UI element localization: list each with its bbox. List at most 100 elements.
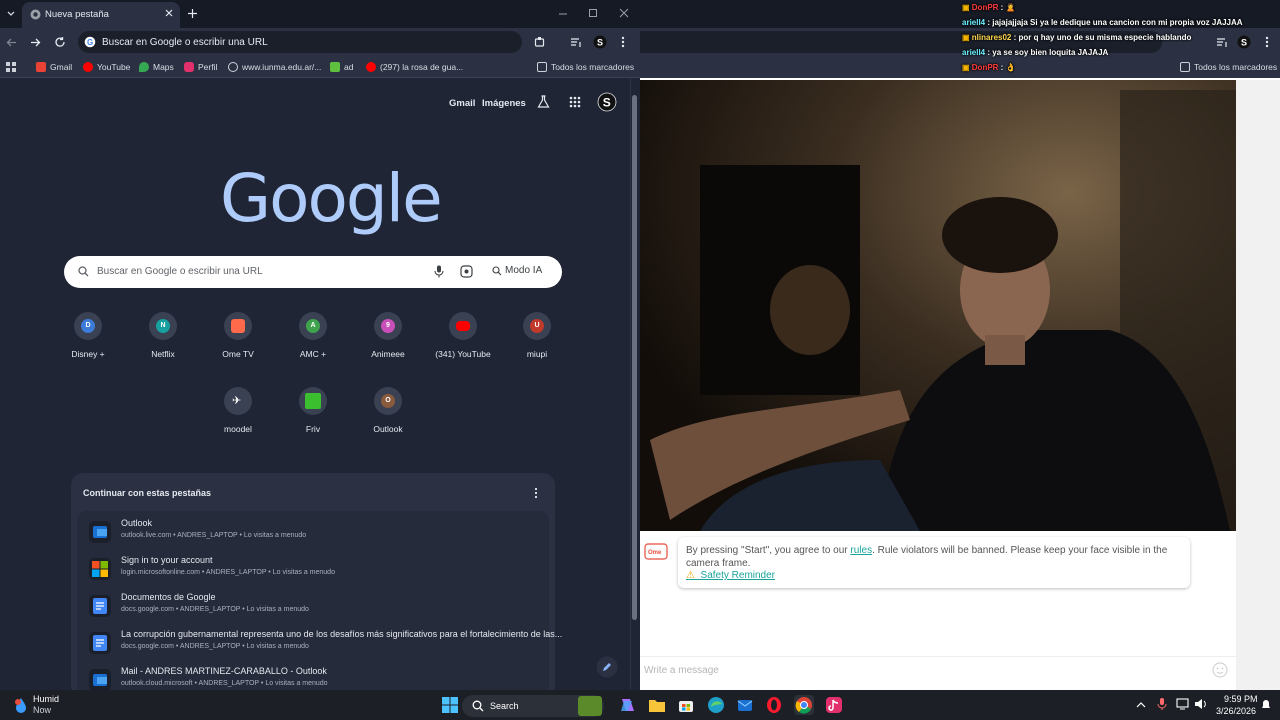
labs-flask-icon[interactable] (537, 95, 550, 108)
ome-tv-icon: Ome (644, 541, 668, 561)
copilot-icon[interactable] (618, 695, 638, 715)
mail-icon[interactable] (735, 695, 755, 715)
tiktok-icon[interactable] (824, 695, 844, 715)
list-item[interactable]: Outlook outlook.live.com • ANDRES_LAPTOP… (81, 513, 545, 549)
search-highlight-icon (578, 696, 602, 716)
svg-text:Ome: Ome (648, 550, 662, 556)
close-window-icon[interactable] (619, 8, 629, 18)
shortcut-disney[interactable]: D Disney + (53, 312, 123, 359)
google-apps-icon[interactable] (569, 96, 581, 108)
media-icon[interactable] (570, 36, 582, 48)
docs-icon (89, 595, 111, 617)
shortcut-label: (341) YouTube (435, 349, 491, 359)
account-avatar[interactable]: S (597, 92, 617, 112)
ome-tv-icon (224, 312, 252, 340)
all-bookmarks-label: Todos los marcadores (551, 62, 635, 72)
gmail-link[interactable]: Gmail (449, 98, 475, 109)
back-icon[interactable] (6, 37, 17, 48)
scrollbar[interactable] (1236, 80, 1280, 690)
microphone-icon[interactable] (1157, 697, 1167, 711)
weather-widget[interactable]: Humid Now (10, 694, 80, 718)
taskbar-search[interactable]: Search (462, 695, 604, 717)
message-input[interactable]: Write a message (644, 665, 719, 676)
bookmark-youtube[interactable]: YouTube (83, 62, 130, 72)
omnibox[interactable]: G Buscar en Google o escribir una URL (78, 31, 522, 53)
youtube-glyph (456, 321, 470, 331)
images-link[interactable]: Imágenes (482, 98, 526, 109)
more-options-icon[interactable] (533, 487, 539, 499)
notice-text-before: By pressing "Start", you agree to our (686, 545, 851, 556)
shortcut-youtube[interactable]: (341) YouTube (428, 312, 498, 359)
google-logo: Google (220, 160, 443, 237)
volume-icon[interactable] (1194, 698, 1208, 710)
extensions-icon[interactable] (534, 36, 546, 48)
all-bookmarks[interactable]: Todos los marcadores (537, 62, 634, 72)
shortcut-animeee[interactable]: 9 Animeee (353, 312, 423, 359)
safety-reminder-link[interactable]: ⚠ Safety Reminder (686, 570, 775, 581)
microsoft-store-icon[interactable] (676, 695, 696, 715)
close-tab-icon[interactable] (164, 8, 174, 18)
rules-link[interactable]: rules (850, 545, 872, 556)
shortcut-netflix[interactable]: N Netflix (128, 312, 198, 359)
clock-time[interactable]: 9:59 PM (1224, 694, 1258, 704)
profile-avatar[interactable]: S (1237, 35, 1251, 49)
bookmark-label: YouTube (97, 62, 131, 72)
lens-icon[interactable] (460, 265, 473, 278)
chrome-icon[interactable] (794, 695, 814, 715)
chat-user: DonPR (971, 63, 999, 72)
shortcut-friv[interactable]: Friv (278, 387, 348, 434)
item-subtitle: docs.google.com • ANDRES_LAPTOP • Lo vis… (121, 643, 309, 650)
emoji-icon[interactable] (1212, 662, 1228, 678)
shortcut-amc[interactable]: A AMC + (278, 312, 348, 359)
microphone-icon[interactable] (434, 265, 444, 278)
bookmark-ad[interactable]: ad (330, 62, 353, 72)
tab-new-tab[interactable]: Nueva pestaña (22, 2, 180, 28)
forward-icon[interactable] (30, 37, 41, 48)
list-item[interactable]: Documentos de Google docs.google.com • A… (81, 587, 545, 623)
new-tab-icon[interactable] (187, 8, 198, 19)
all-bookmarks[interactable]: Todos los marcadores (1180, 62, 1277, 72)
shortcut-moodel[interactable]: ✈ moodel (203, 387, 273, 434)
tab-search-icon[interactable] (6, 9, 16, 19)
outlook-icon (89, 669, 111, 690)
bookmark-maps[interactable]: Maps (139, 62, 174, 72)
chat-badge-icon: ▣ (962, 3, 972, 12)
apps-grid-icon[interactable] (6, 62, 16, 72)
youtube-icon (449, 312, 477, 340)
opera-icon[interactable] (764, 695, 784, 715)
globe-icon (228, 62, 238, 72)
edge-icon[interactable] (706, 695, 726, 715)
notification-bell-icon[interactable] (1260, 699, 1272, 711)
customize-pencil-button[interactable] (596, 656, 618, 678)
maximize-icon[interactable] (588, 8, 598, 18)
ai-mode-button[interactable]: Modo IA (492, 265, 542, 276)
shortcut-ome-tv[interactable]: Ome TV (203, 312, 273, 359)
clock-date[interactable]: 3/26/2026 (1216, 706, 1256, 716)
chevron-up-icon[interactable] (1136, 700, 1146, 710)
bookmark-perfil[interactable]: Perfil (184, 62, 217, 72)
list-item[interactable]: Mail - ANDRES MARTINEZ-CARABALLO - Outlo… (81, 661, 545, 690)
menu-icon[interactable] (620, 35, 626, 49)
menu-icon[interactable] (1264, 35, 1270, 49)
scrollbar-thumb[interactable] (632, 95, 637, 620)
chat-text: : jajajajjaja Si ya le dedique una canci… (985, 18, 1243, 27)
profile-avatar[interactable]: S (593, 35, 607, 49)
reload-icon[interactable] (54, 36, 66, 48)
shortcut-icon: O (374, 387, 402, 415)
shortcut-miupi[interactable]: U miupi (502, 312, 572, 359)
bookmark-iunma[interactable]: www.iunma.edu.ar/... (228, 62, 321, 72)
minimize-icon[interactable] (558, 9, 568, 19)
shortcut-label: Disney + (71, 349, 105, 359)
bookmark-gmail[interactable]: Gmail (36, 62, 72, 72)
search-box[interactable]: Buscar en Google o escribir una URL Modo… (64, 256, 562, 288)
list-item[interactable]: La corrupción gubernamental representa u… (81, 624, 562, 660)
network-icon[interactable] (1176, 698, 1190, 710)
file-explorer-icon[interactable] (647, 695, 667, 715)
bookmark-rosa[interactable]: (297) la rosa de gua... (366, 62, 463, 72)
windows-start-icon[interactable] (440, 695, 460, 715)
ome-tv-glyph (231, 319, 245, 333)
list-item[interactable]: Sign in to your account login.microsofto… (81, 550, 545, 586)
media-icon[interactable] (1216, 36, 1228, 48)
shortcut-outlook[interactable]: O Outlook (353, 387, 423, 434)
right-browser-window: S Todos los marcadores Ome By pressing "… (640, 0, 1280, 690)
